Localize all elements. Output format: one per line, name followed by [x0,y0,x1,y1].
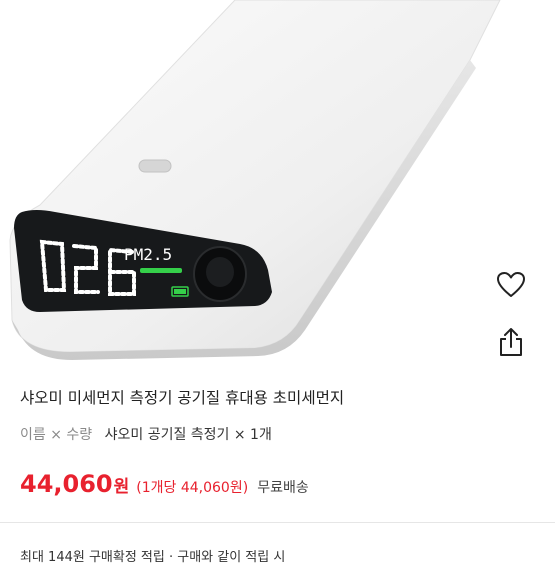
price-row: 44,060 원 (1개당 44,060원) 무료배송 [20,470,309,498]
display-quality-bar [140,268,182,273]
divider [0,522,555,523]
price-amount: 44,060 [20,470,113,498]
device-button [138,159,172,173]
option-value: 샤오미 공기질 측정기 × 1개 [104,427,272,443]
share-icon [500,328,522,356]
unit-price: (1개당 44,060원) [136,480,249,496]
promo-text: 최대 144원 구매확정 적립 · 구매와 같이 적립 시 [20,550,286,565]
heart-icon [497,272,525,297]
shipping-info: 무료배송 [257,480,309,496]
selected-option: 이름 × 수량 샤오미 공기질 측정기 × 1개 [20,424,272,444]
option-key: 이름 × 수량 [20,427,93,443]
product-image: PM2.5 [0,0,555,380]
like-button[interactable] [495,269,527,301]
display-pm-label: PM2.5 [124,245,172,264]
air-quality-monitor-illustration: PM2.5 [9,0,501,360]
share-button[interactable] [495,326,527,358]
product-title: 샤오미 미세먼지 측정기 공기질 휴대용 초미세먼지 [20,389,345,407]
price-unit: 원 [113,477,130,497]
